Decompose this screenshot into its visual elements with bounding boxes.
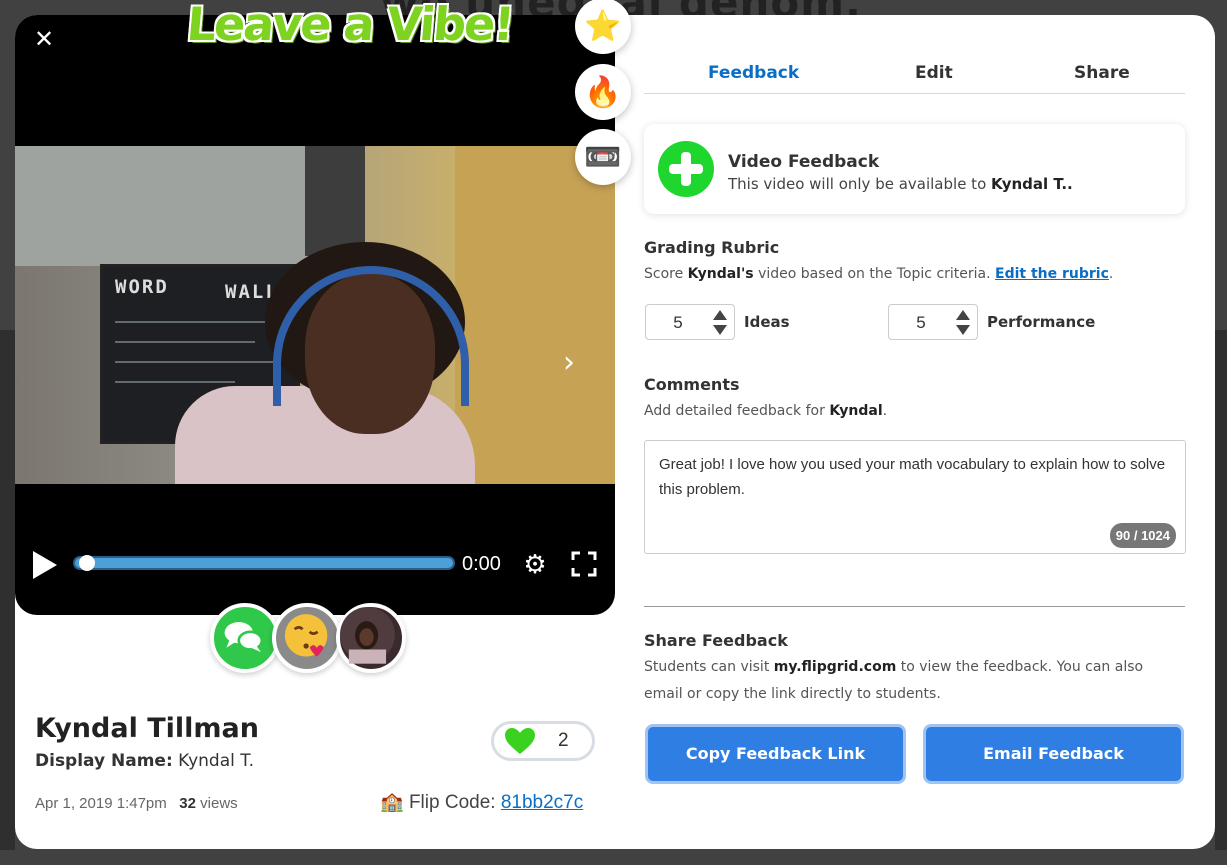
student-video-reaction[interactable] <box>336 603 406 673</box>
close-icon: ✕ <box>33 26 55 53</box>
progress-bar[interactable] <box>73 555 455 571</box>
flip-code-label: Flip Code: <box>408 792 496 813</box>
display-name-label: Display Name: <box>35 751 173 771</box>
video-scene-chalk-line <box>115 381 235 383</box>
fire-icon: 🔥 <box>584 75 622 109</box>
cassette-icon: 📼 <box>584 140 622 174</box>
comments-desc-suffix: . <box>882 403 888 419</box>
tab-share[interactable]: Share <box>1074 63 1130 83</box>
tab-edit[interactable]: Edit <box>915 63 953 83</box>
share-heading: Share Feedback <box>644 631 788 650</box>
play-icon[interactable] <box>33 551 57 579</box>
plus-icon[interactable] <box>658 141 714 197</box>
like-count: 2 <box>558 730 569 751</box>
ideas-label: Ideas <box>744 313 790 331</box>
tab-bar: Feedback Edit Share <box>644 60 1185 94</box>
close-button[interactable]: ✕ <box>31 27 57 53</box>
video-controls: 0:00 ⚙ <box>15 545 615 585</box>
email-feedback-button[interactable]: Email Feedback <box>923 724 1184 784</box>
flip-code: 🏫 Flip Code: 81bb2c7c <box>380 790 583 814</box>
video-scene-chalk-line <box>115 321 275 323</box>
vibe-star-button[interactable]: ⭐ <box>575 0 631 54</box>
vibe-cassette-button[interactable]: 📼 <box>575 129 631 185</box>
school-icon: 🏫 <box>380 792 404 813</box>
performance-score-stepper[interactable]: 5 <box>888 304 978 340</box>
share-desc-prefix: Students can visit <box>644 659 770 675</box>
rubric-description: Score Kyndal's video based on the Topic … <box>644 261 1113 288</box>
vibe-fire-button[interactable]: 🔥 <box>575 64 631 120</box>
progress-knob[interactable] <box>79 555 95 571</box>
stepper-down-icon[interactable] <box>713 325 727 335</box>
rubric-desc-prefix: Score <box>644 266 684 282</box>
performance-label: Performance <box>987 313 1096 331</box>
comments-desc-prefix: Add detailed feedback for <box>644 403 825 419</box>
background-strip-right <box>1215 330 1227 850</box>
video-scene-shelf <box>305 146 365 256</box>
ideas-score-value: 5 <box>673 313 683 332</box>
video-frame[interactable]: WORD WALL <box>15 146 615 484</box>
stepper-down-icon[interactable] <box>956 325 970 335</box>
video-player[interactable]: ✕ WORD WALL › 0:00 ⚙ <box>15 15 615 615</box>
comments-reaction[interactable] <box>210 603 280 673</box>
display-name: Display Name: Kyndal T. <box>35 751 254 771</box>
comments-student-name: Kyndal <box>829 403 883 419</box>
video-feedback-title: Video Feedback <box>728 152 880 172</box>
tab-feedback[interactable]: Feedback <box>708 63 799 83</box>
performance-score-value: 5 <box>916 313 926 332</box>
views-count: 32 <box>179 795 196 812</box>
copy-feedback-link-button[interactable]: Copy Feedback Link <box>645 724 906 784</box>
rubric-desc-middle: video based on the Topic criteria. <box>758 266 991 282</box>
background-strip-left <box>0 330 15 850</box>
video-meta: Apr 1, 2019 1:47pm 32 views <box>35 795 238 812</box>
display-name-value: Kyndal T. <box>178 751 255 771</box>
fullscreen-icon[interactable] <box>571 551 597 577</box>
video-feedback-subtitle: This video will only be available to Kyn… <box>728 175 1073 193</box>
video-date: Apr 1, 2019 1:47pm <box>35 795 167 812</box>
comments-description: Add detailed feedback for Kyndal. <box>644 398 887 425</box>
current-time: 0:00 <box>462 553 501 575</box>
stepper-up-icon[interactable] <box>713 310 727 320</box>
ideas-score-stepper[interactable]: 5 <box>645 304 735 340</box>
edit-rubric-link[interactable]: Edit the rubric <box>995 266 1109 282</box>
rubric-desc-suffix: . <box>1108 266 1114 282</box>
kissing-face-icon <box>284 614 328 657</box>
video-feedback-recipient: Kyndal T.. <box>991 175 1073 193</box>
heart-icon <box>505 728 535 754</box>
chevron-right-icon: › <box>563 345 575 380</box>
stepper-up-icon[interactable] <box>956 310 970 320</box>
video-scene-board-text-1: WORD <box>115 276 169 298</box>
rubric-heading: Grading Rubric <box>644 238 780 257</box>
share-site: my.flipgrid.com <box>773 659 897 675</box>
rubric-student-name: Kyndal's <box>687 266 754 282</box>
video-scene-chalk-line <box>115 361 285 363</box>
video-feedback-card[interactable]: Video Feedback This video will only be a… <box>644 124 1185 214</box>
next-video-button[interactable]: › <box>563 345 575 380</box>
gear-icon[interactable]: ⚙ <box>520 549 550 579</box>
video-scene-window <box>15 146 315 266</box>
vibe-title: Leave a Vibe! <box>184 0 515 51</box>
views-label: views <box>200 795 238 812</box>
section-divider <box>644 606 1185 607</box>
feedback-modal: ✕ WORD WALL › 0:00 ⚙ Leave a Vibe! ⭐ 🔥 📼… <box>15 0 1215 849</box>
flip-code-link[interactable]: 81bb2c7c <box>501 792 583 813</box>
video-scene-door <box>455 146 615 484</box>
comment-textarea[interactable]: Great job! I love how you used your math… <box>644 440 1186 554</box>
chat-bubbles-icon <box>224 622 264 653</box>
star-icon: ⭐ <box>584 9 622 43</box>
kiss-emoji-reaction[interactable] <box>272 603 342 673</box>
comments-heading: Comments <box>644 375 740 394</box>
video-feedback-subtitle-text: This video will only be available to <box>728 175 987 193</box>
video-scene-chalk-line <box>115 341 255 343</box>
character-counter: 90 / 1024 <box>1109 523 1176 548</box>
avatar <box>340 607 395 664</box>
comment-text: Great job! I love how you used your math… <box>659 456 1166 498</box>
student-name: Kyndal Tillman <box>35 713 259 744</box>
share-description: Students can visit my.flipgrid.com to vi… <box>644 654 1185 708</box>
like-button[interactable]: 2 <box>491 721 595 761</box>
